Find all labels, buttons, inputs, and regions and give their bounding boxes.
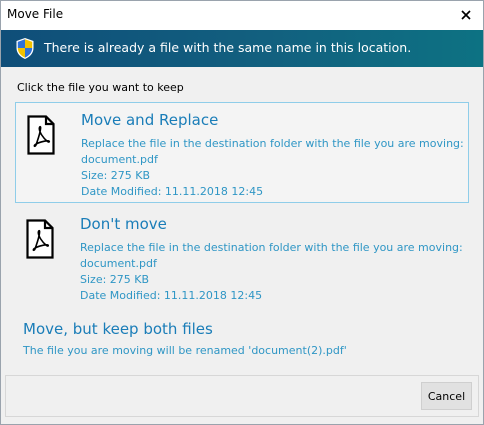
option-description: Replace the file in the destination fold…: [80, 241, 463, 254]
option-filename: document.pdf: [81, 153, 158, 166]
dialog-title: Move File: [7, 7, 64, 21]
keep-both-description: The file you are moving will be renamed …: [23, 344, 347, 357]
option-date-modified: Date Modified: 11.11.2018 12:45: [80, 289, 263, 302]
pdf-file-icon: [27, 115, 55, 155]
move-and-replace-option[interactable]: Move and Replace Replace the file in the…: [15, 102, 469, 203]
option-date-modified: Date Modified: 11.11.2018 12:45: [81, 185, 264, 198]
pdf-file-icon: [26, 219, 54, 259]
option-filename: document.pdf: [80, 257, 157, 270]
option-details: Replace the file in the destination fold…: [81, 136, 464, 200]
dialog-footer: Cancel: [5, 375, 479, 417]
option-title: Move and Replace: [81, 111, 219, 129]
dont-move-option[interactable]: Don't move Replace the file in the desti…: [15, 207, 469, 308]
option-size: Size: 275 KB: [81, 169, 151, 182]
move-file-dialog: Move File There is already a file with t…: [0, 0, 484, 425]
banner-message: There is already a file with the same na…: [44, 40, 412, 55]
title-bar: Move File: [1, 1, 483, 30]
option-title: Don't move: [80, 215, 167, 233]
warning-banner: There is already a file with the same na…: [1, 30, 483, 67]
option-details: Replace the file in the destination fold…: [80, 240, 463, 304]
keep-both-files-option[interactable]: Move, but keep both files The file you a…: [23, 320, 373, 366]
keep-both-title: Move, but keep both files: [23, 320, 213, 338]
instruction-text: Click the file you want to keep: [17, 81, 184, 94]
uac-shield-icon: [16, 38, 34, 59]
close-button[interactable]: [453, 4, 479, 26]
option-description: Replace the file in the destination fold…: [81, 137, 464, 150]
cancel-button[interactable]: Cancel: [421, 382, 472, 410]
close-icon: [461, 10, 471, 20]
option-size: Size: 275 KB: [80, 273, 150, 286]
